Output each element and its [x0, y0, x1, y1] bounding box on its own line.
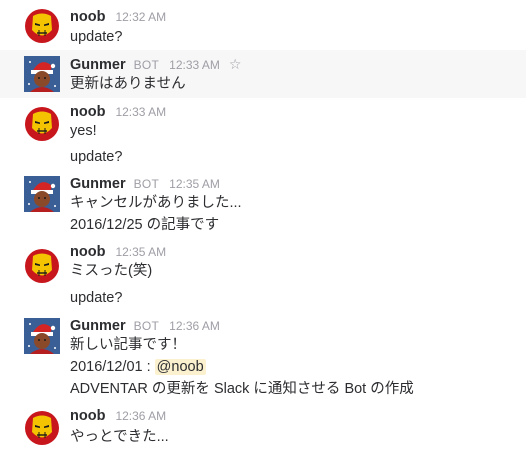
message-2: noob 12:33 AM yes! update? [0, 98, 526, 170]
user-mention[interactable]: @noob [154, 359, 206, 375]
santa-avatar-icon[interactable] [24, 318, 60, 354]
message-1: Gunmer BOT 12:33 AM ☆ 更新はありません [0, 50, 526, 98]
bot-badge: BOT [133, 319, 160, 333]
message-text: yes! [70, 123, 97, 139]
timestamp[interactable]: 12:33 AM [115, 105, 166, 119]
santa-avatar-icon[interactable] [24, 176, 60, 212]
bot-badge: BOT [133, 177, 160, 191]
sender-name[interactable]: Gunmer [70, 57, 126, 73]
bot-badge: BOT [133, 58, 160, 72]
ironman-avatar-icon[interactable] [24, 106, 60, 142]
sender-name[interactable]: noob [70, 9, 105, 25]
sender-name[interactable]: Gunmer [70, 176, 126, 192]
message-text: ADVENTAR の更新を Slack に通知させる Bot の作成 [70, 381, 414, 397]
message-text: ミスった(笑) [70, 263, 153, 279]
timestamp[interactable]: 12:32 AM [115, 10, 166, 24]
timestamp[interactable]: 12:33 AM [169, 58, 220, 72]
ironman-avatar-icon[interactable] [24, 410, 60, 446]
message-5: Gunmer BOT 12:36 AM 新しい記事です！ 2016/12/01 … [0, 312, 526, 404]
message-4: noob 12:35 AM ミスった(笑) update? [0, 240, 526, 312]
ironman-avatar-icon[interactable] [24, 248, 60, 284]
timestamp[interactable]: 12:35 AM [115, 245, 166, 259]
sender-name[interactable]: noob [70, 104, 105, 120]
star-outline-icon[interactable]: ☆ [229, 56, 242, 73]
message-6: noob 12:36 AM やっとできた... [0, 404, 526, 455]
message-text: update? [70, 149, 123, 165]
message-text: 2016/12/25 の記事です [70, 217, 220, 233]
message-text: 2016/12/01 : @noob [70, 357, 206, 377]
sender-name[interactable]: noob [70, 244, 105, 260]
message-text: 更新はありません [70, 76, 186, 92]
message-3: Gunmer BOT 12:35 AM キャンセルがありました... 2016/… [0, 170, 526, 240]
timestamp[interactable]: 12:36 AM [115, 409, 166, 423]
message-text: update? [70, 290, 123, 306]
date-text: 2016/12/01 : [70, 359, 155, 375]
message-text: やっとできた... [70, 429, 169, 445]
message-text: 新しい記事です！ [70, 337, 186, 353]
message-text: キャンセルがありました... [70, 195, 242, 211]
sender-name[interactable]: Gunmer [70, 318, 126, 334]
ironman-avatar-icon[interactable] [24, 8, 60, 44]
santa-avatar-icon[interactable] [24, 56, 60, 92]
timestamp[interactable]: 12:35 AM [169, 177, 220, 191]
timestamp[interactable]: 12:36 AM [169, 319, 220, 333]
sender-name[interactable]: noob [70, 408, 105, 424]
message-0: noob 12:32 AM update? [0, 0, 526, 48]
message-text: update? [70, 29, 123, 45]
